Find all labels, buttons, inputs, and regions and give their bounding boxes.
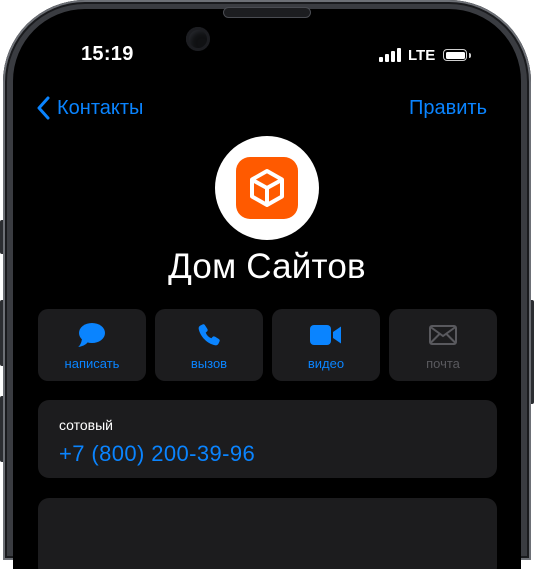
call-button[interactable]: вызов <box>155 309 263 381</box>
message-button[interactable]: написать <box>38 309 146 381</box>
chevron-left-icon <box>37 96 50 120</box>
mail-label: почта <box>426 356 460 371</box>
envelope-icon <box>429 325 457 345</box>
cellular-signal-icon <box>379 48 401 62</box>
earpiece-speaker <box>224 8 310 17</box>
mail-button: почта <box>389 309 497 381</box>
network-type: LTE <box>408 46 436 64</box>
status-time: 15:19 <box>81 43 134 65</box>
message-label: написать <box>64 356 120 371</box>
video-button[interactable]: видео <box>272 309 380 381</box>
speech-bubble-icon <box>78 323 105 347</box>
video-camera-icon <box>310 325 341 345</box>
back-label: Контакты <box>57 96 144 119</box>
front-camera <box>186 27 210 51</box>
contact-name: Дом Сайтов <box>168 247 366 286</box>
battery-icon <box>443 49 472 61</box>
back-button[interactable]: Контакты <box>37 95 143 121</box>
phone-number-card: сотовый +7 (800) 200-39-96 <box>38 400 497 478</box>
phone-icon <box>198 324 220 346</box>
phone-screen: 15:19 LTE Контакты Править Дом Сайтов на… <box>13 9 521 569</box>
call-label: вызов <box>190 356 228 371</box>
next-info-card <box>38 498 497 569</box>
status-indicators: LTE <box>379 45 472 65</box>
video-label: видео <box>307 356 345 371</box>
edit-button[interactable]: Править <box>409 95 487 121</box>
phone-type-label: сотовый <box>59 417 113 433</box>
cube-logo-icon <box>236 157 298 219</box>
contact-avatar <box>215 136 319 240</box>
phone-number-link[interactable]: +7 (800) 200-39-96 <box>59 441 255 467</box>
